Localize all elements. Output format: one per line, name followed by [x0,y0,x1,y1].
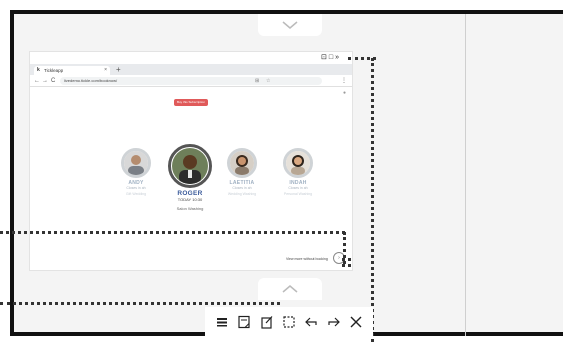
back-button[interactable]: ← [34,76,40,86]
chevron-down-icon [282,21,298,29]
capture-tools: ⊡ □ » [321,54,339,62]
tab-title: Tickleapp [44,68,64,73]
browser-tabbar: k Tickleapp × + [30,64,352,75]
person-name: ROGER [177,190,203,197]
dotted-guide [371,58,374,342]
person-service: Wedding Washing [227,192,257,196]
avatar-photo [124,151,148,175]
redo-icon[interactable] [326,314,342,330]
canvas-stage: k Tickleapp × + ← → C livedemo.tickle.co… [0,0,563,342]
close-icon[interactable] [348,314,364,330]
camera-icon[interactable]: ⊡ [321,54,327,62]
person-slot: Closes in ah [288,186,308,190]
screenshot-preview: k Tickleapp × + ← → C livedemo.tickle.co… [30,52,352,270]
divider-line [465,14,466,336]
tab-close-icon[interactable]: × [104,66,107,75]
favicon: k [37,67,40,73]
avatar [227,148,257,178]
reload-button[interactable]: C [51,76,55,86]
person-slot: TODAY 10:30 [177,197,203,202]
avatar-photo [286,151,310,175]
url-field[interactable]: livedemo.tickle.com/booknow/ [60,77,322,85]
dotted-guide [0,302,280,305]
avatar [168,144,212,188]
person-slot: Closes in ah [232,186,252,190]
translate-icon[interactable]: ⊞ [255,77,259,85]
annotation-toolbar [205,307,373,336]
address-bar: ← → C livedemo.tickle.com/booknow/ ⊞ ☆ ⋮ [30,75,352,87]
menu-icon[interactable] [214,314,230,330]
person-card[interactable]: LAETITIA Closes in ah Wedding Washing [224,148,260,196]
browser-tab[interactable]: k Tickleapp × [34,66,110,75]
person-card-selected[interactable]: ROGER TODAY 10:30 Salon Washing [166,144,214,211]
resize-handle-icon[interactable] [342,258,351,267]
browser-menu-icon[interactable]: ⋮ [341,76,347,86]
person-service: Gift Wedding [125,192,147,196]
collapse-top-tab[interactable] [258,14,322,36]
person-card[interactable]: INDAH Closes in ah Personal Washing [280,148,316,196]
avatar-photo [230,151,254,175]
note-icon[interactable] [236,314,252,330]
view-more-link[interactable]: View more without booking [286,257,328,261]
avatar [283,148,313,178]
star-icon[interactable]: ☆ [266,77,270,85]
avatar [121,148,151,178]
chevron-up-icon [282,285,298,293]
person-card[interactable]: ANDY Closes in ah Gift Wedding [118,148,154,196]
expand-bottom-tab[interactable] [258,278,322,300]
select-rect-icon[interactable] [281,314,297,330]
book-button[interactable]: Buy this Subscription [174,99,208,106]
square-icon[interactable]: □ [329,54,333,62]
person-slot: Closes in ah [126,186,146,190]
avatar-photo [172,148,208,184]
person-service: Personal Washing [283,192,313,196]
double-chevron-right-icon[interactable]: » [335,54,339,62]
dotted-guide [0,231,345,234]
new-tab-button[interactable]: + [116,64,121,75]
extension-icon: ● [343,90,347,96]
person-service: Salon Washing [176,206,204,211]
undo-icon[interactable] [303,314,319,330]
edit-note-icon[interactable] [259,314,275,330]
forward-button[interactable]: → [42,76,48,86]
